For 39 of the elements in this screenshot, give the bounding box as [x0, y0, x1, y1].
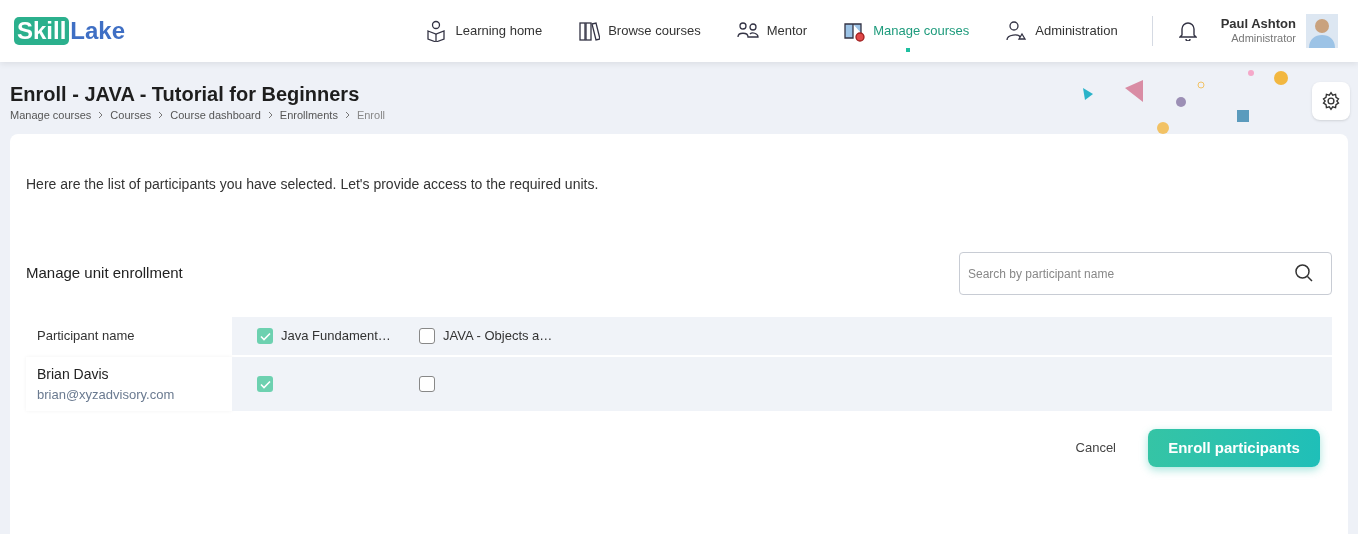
avatar[interactable]: [1306, 14, 1338, 48]
breadcrumb-link[interactable]: Courses: [110, 107, 152, 124]
nav-link[interactable]: Browse courses: [578, 10, 701, 52]
nav-icon: [578, 20, 601, 42]
nav-link[interactable]: Manage courses: [843, 10, 970, 52]
nav-link[interactable]: Administration: [1005, 10, 1118, 52]
settings-icon: [1321, 91, 1341, 111]
page-title: Enroll - JAVA - Tutorial for Beginners: [10, 82, 360, 106]
checkbox[interactable]: [419, 328, 435, 344]
breadcrumb-link[interactable]: Manage courses: [10, 107, 92, 124]
chevron-icon: [344, 111, 350, 120]
checkbox[interactable]: [257, 328, 273, 344]
chevron-icon: [98, 111, 104, 120]
settings-button[interactable]: [1312, 82, 1350, 120]
participant-name: Brian Davis: [37, 364, 110, 384]
column-header: JAVA - Objects a…: [443, 327, 553, 346]
cancel-button[interactable]: Cancel: [1071, 432, 1120, 464]
section-title: Manage unit enrollment: [26, 263, 183, 284]
search-field[interactable]: Search by participant name: [959, 252, 1332, 295]
nav-icon: [843, 20, 866, 42]
checkbox[interactable]: [257, 376, 273, 392]
chevron-icon: [267, 111, 273, 120]
logo-text: Skill: [14, 17, 70, 45]
intro-text: Here are the list of participants you have selected. Let's provide access to the required units.: [26, 175, 600, 194]
column-header: Java Fundament…: [281, 327, 391, 346]
nav-icon: [425, 20, 448, 42]
participant-email: brian@xyzadvisory.com: [37, 385, 176, 404]
user-role: Administrator: [1231, 32, 1296, 46]
breadcrumb-link[interactable]: Course dashboard: [170, 107, 261, 124]
nav-link[interactable]: Mentor: [736, 10, 808, 52]
nav-icon: [1005, 20, 1028, 42]
logo-text: Lake: [70, 17, 126, 45]
chevron-icon: [158, 111, 164, 120]
search-icon: [1294, 263, 1314, 283]
checkbox[interactable]: [419, 376, 435, 392]
notification-bell-icon[interactable]: [1178, 21, 1197, 41]
breadcrumb-link[interactable]: Enrollments: [279, 107, 338, 124]
nav-link[interactable]: Learning home: [425, 10, 543, 52]
user-name: Paul Ashton: [1220, 16, 1296, 33]
